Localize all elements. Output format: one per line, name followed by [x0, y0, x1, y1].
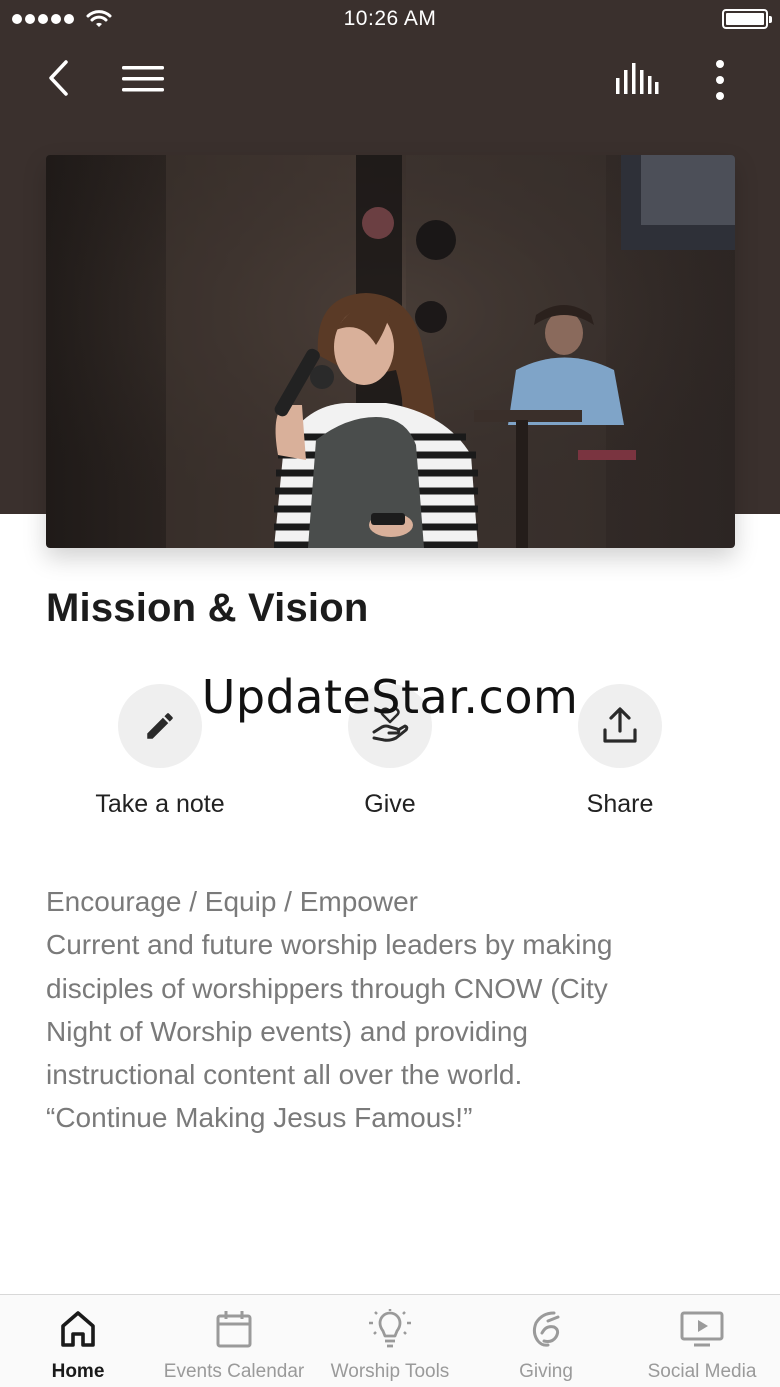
- take-a-note-button[interactable]: Take a note: [60, 684, 260, 819]
- calendar-icon: [216, 1311, 252, 1348]
- tab-events-calendar-label: Events Calendar: [163, 1361, 305, 1382]
- tab-worship-tools-label: Worship Tools: [330, 1361, 450, 1382]
- tab-social-media[interactable]: Social Media: [624, 1295, 780, 1387]
- more-options-button[interactable]: [700, 52, 740, 108]
- give-circle[interactable]: [348, 684, 432, 768]
- pencil-icon: [147, 713, 173, 739]
- mission-text-line: Night of Worship events) and providing: [46, 1015, 528, 1047]
- tab-worship-tools[interactable]: Worship Tools: [312, 1295, 468, 1387]
- mission-text-line: “Continue Making Jesus Famous!”: [46, 1102, 473, 1134]
- play-screen-icon: [680, 1311, 724, 1347]
- give-button[interactable]: Give: [290, 684, 490, 819]
- tab-giving-label: Giving: [519, 1361, 573, 1382]
- audio-bars-icon: [616, 63, 659, 94]
- status-bar: 10:26 AM: [0, 0, 780, 40]
- tab-giving[interactable]: Giving: [468, 1295, 624, 1387]
- tab-home[interactable]: Home: [0, 1295, 156, 1387]
- tab-events-calendar[interactable]: Events Calendar: [156, 1295, 312, 1387]
- hamburger-menu-icon: [122, 66, 164, 92]
- give-label: Give: [364, 790, 416, 818]
- take-a-note-circle[interactable]: [118, 684, 202, 768]
- tab-home-label: Home: [51, 1361, 105, 1382]
- more-vertical-icon: [716, 60, 724, 100]
- share-upload-icon: [603, 707, 637, 743]
- mission-text-line: Encourage / Equip / Empower: [46, 886, 418, 917]
- hand-heart-icon: [372, 707, 409, 742]
- mission-text-line: Current and future worship leaders by ma…: [46, 929, 613, 961]
- page-title: Mission & Vision: [46, 586, 369, 630]
- chevron-left-icon: [49, 60, 68, 96]
- mission-text-line: instructional content all over the world…: [46, 1059, 523, 1091]
- hero-image: [46, 155, 735, 548]
- mission-text-line: disciples of worshippers through CNOW (C…: [46, 972, 608, 1004]
- tab-bar: Home Events Calendar Worship Tools Givin…: [0, 1294, 780, 1387]
- menu-button[interactable]: [116, 56, 170, 102]
- battery-icon: [722, 9, 772, 29]
- share-circle[interactable]: [578, 684, 662, 768]
- share-label: Share: [586, 790, 654, 818]
- share-button[interactable]: Share: [520, 684, 720, 819]
- giving-icon: [532, 1311, 560, 1347]
- take-a-note-label: Take a note: [95, 790, 225, 818]
- lightbulb-icon: [369, 1309, 411, 1348]
- home-icon: [61, 1311, 95, 1347]
- status-time: 10:26 AM: [343, 7, 437, 30]
- tab-social-media-label: Social Media: [647, 1361, 757, 1382]
- audio-button[interactable]: [608, 56, 666, 102]
- mission-text: Encourage / Equip / Empower Current and …: [46, 880, 746, 1140]
- back-button[interactable]: [36, 52, 80, 104]
